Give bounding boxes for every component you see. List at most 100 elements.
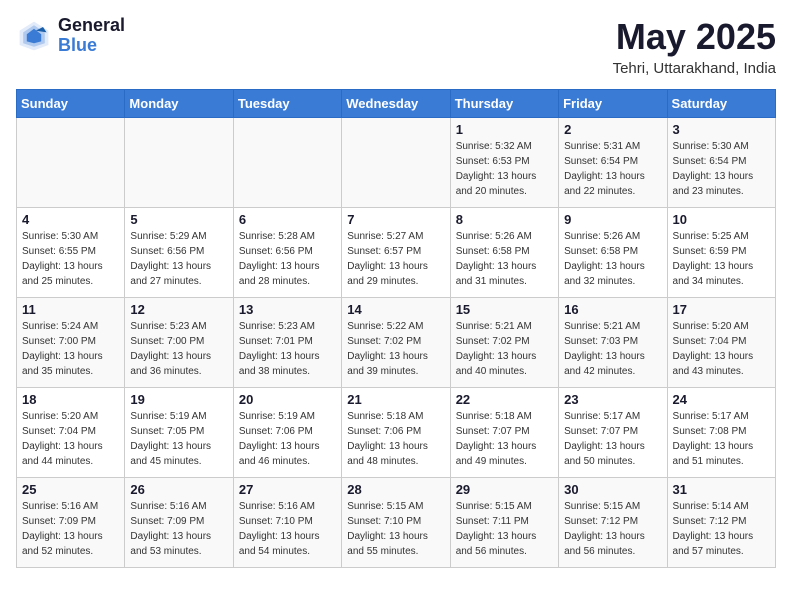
day-info: Sunrise: 5:30 AM Sunset: 6:55 PM Dayligh… [22, 229, 119, 289]
calendar-cell: 11Sunrise: 5:24 AM Sunset: 7:00 PM Dayli… [17, 298, 125, 388]
weekday-header: Saturday [667, 90, 775, 118]
day-info: Sunrise: 5:26 AM Sunset: 6:58 PM Dayligh… [564, 229, 661, 289]
calendar-table: SundayMondayTuesdayWednesdayThursdayFrid… [16, 89, 776, 568]
day-number: 28 [347, 482, 444, 497]
calendar-cell: 24 Sunrise: 5:17 AM Sunset: 7:08 PM Dayli… [667, 388, 775, 478]
day-number: 4 [22, 212, 119, 227]
logo-general: General [58, 16, 125, 36]
day-number: 5 [130, 212, 227, 227]
day-info: Sunrise: 5:25 AM Sunset: 6:59 PM Dayligh… [673, 229, 770, 289]
day-number: 26 [130, 482, 227, 497]
calendar-cell: 29Sunrise: 5:15 AM Sunset: 7:11 PM Dayli… [450, 478, 558, 568]
day-number: 29 [456, 482, 553, 497]
day-info: Sunrise: 5:23 AM Sunset: 7:00 PM Dayligh… [130, 319, 227, 379]
calendar-cell: 9 Sunrise: 5:26 AM Sunset: 6:58 PM Daylig… [559, 208, 667, 298]
day-number: 1 [456, 122, 553, 137]
day-number: 25 [22, 482, 119, 497]
calendar-cell [125, 118, 233, 208]
day-info: Sunrise: 5:19 AM Sunset: 7:06 PM Dayligh… [239, 409, 336, 469]
day-info: Sunrise: 5:21 AM Sunset: 7:02 PM Dayligh… [456, 319, 553, 379]
day-number: 6 [239, 212, 336, 227]
calendar-cell: 3 Sunrise: 5:30 AM Sunset: 6:54 PM Daylig… [667, 118, 775, 208]
calendar-cell: 20 Sunrise: 5:19 AM Sunset: 7:06 PM Dayli… [233, 388, 341, 478]
weekday-header-row: SundayMondayTuesdayWednesdayThursdayFrid… [17, 90, 776, 118]
calendar-week-row: 25 Sunrise: 5:16 AM Sunset: 7:09 PM Dayli… [17, 478, 776, 568]
calendar-week-row: 18 Sunrise: 5:20 AM Sunset: 7:04 PM Dayli… [17, 388, 776, 478]
calendar-cell: 21 Sunrise: 5:18 AM Sunset: 7:06 PM Dayli… [342, 388, 450, 478]
day-number: 24 [673, 392, 770, 407]
day-info: Sunrise: 5:23 AM Sunset: 7:01 PM Dayligh… [239, 319, 336, 379]
day-info: Sunrise: 5:31 AM Sunset: 6:54 PM Dayligh… [564, 139, 661, 199]
day-info: Sunrise: 5:15 AM Sunset: 7:10 PM Dayligh… [347, 499, 444, 559]
day-number: 7 [347, 212, 444, 227]
calendar-cell: 12 Sunrise: 5:23 AM Sunset: 7:00 PM Dayli… [125, 298, 233, 388]
calendar-cell: 2 Sunrise: 5:31 AM Sunset: 6:54 PM Daylig… [559, 118, 667, 208]
day-number: 27 [239, 482, 336, 497]
logo: General Blue [16, 16, 125, 56]
calendar-week-row: 11Sunrise: 5:24 AM Sunset: 7:00 PM Dayli… [17, 298, 776, 388]
day-info: Sunrise: 5:29 AM Sunset: 6:56 PM Dayligh… [130, 229, 227, 289]
day-number: 18 [22, 392, 119, 407]
day-number: 21 [347, 392, 444, 407]
logo-text: General Blue [58, 16, 125, 56]
day-number: 14 [347, 302, 444, 317]
day-info: Sunrise: 5:32 AM Sunset: 6:53 PM Dayligh… [456, 139, 553, 199]
day-info: Sunrise: 5:14 AM Sunset: 7:12 PM Dayligh… [673, 499, 770, 559]
day-info: Sunrise: 5:16 AM Sunset: 7:09 PM Dayligh… [130, 499, 227, 559]
day-info: Sunrise: 5:20 AM Sunset: 7:04 PM Dayligh… [22, 409, 119, 469]
day-info: Sunrise: 5:18 AM Sunset: 7:07 PM Dayligh… [456, 409, 553, 469]
day-number: 3 [673, 122, 770, 137]
day-number: 13 [239, 302, 336, 317]
day-info: Sunrise: 5:16 AM Sunset: 7:09 PM Dayligh… [22, 499, 119, 559]
month-title: May 2025 [613, 16, 776, 58]
calendar-cell: 30 Sunrise: 5:15 AM Sunset: 7:12 PM Dayli… [559, 478, 667, 568]
day-number: 31 [673, 482, 770, 497]
logo-blue: Blue [58, 36, 125, 56]
day-info: Sunrise: 5:17 AM Sunset: 7:07 PM Dayligh… [564, 409, 661, 469]
calendar-cell: 5 Sunrise: 5:29 AM Sunset: 6:56 PM Daylig… [125, 208, 233, 298]
day-number: 17 [673, 302, 770, 317]
day-info: Sunrise: 5:18 AM Sunset: 7:06 PM Dayligh… [347, 409, 444, 469]
weekday-header: Monday [125, 90, 233, 118]
calendar-cell: 7 Sunrise: 5:27 AM Sunset: 6:57 PM Daylig… [342, 208, 450, 298]
calendar-cell [17, 118, 125, 208]
location: Tehri, Uttarakhand, India [613, 60, 776, 77]
day-number: 10 [673, 212, 770, 227]
day-info: Sunrise: 5:19 AM Sunset: 7:05 PM Dayligh… [130, 409, 227, 469]
day-number: 15 [456, 302, 553, 317]
calendar-cell: 22 Sunrise: 5:18 AM Sunset: 7:07 PM Dayli… [450, 388, 558, 478]
weekday-header: Tuesday [233, 90, 341, 118]
weekday-header: Wednesday [342, 90, 450, 118]
day-number: 20 [239, 392, 336, 407]
day-number: 30 [564, 482, 661, 497]
day-info: Sunrise: 5:30 AM Sunset: 6:54 PM Dayligh… [673, 139, 770, 199]
weekday-header: Thursday [450, 90, 558, 118]
day-number: 12 [130, 302, 227, 317]
day-info: Sunrise: 5:15 AM Sunset: 7:12 PM Dayligh… [564, 499, 661, 559]
day-info: Sunrise: 5:16 AM Sunset: 7:10 PM Dayligh… [239, 499, 336, 559]
day-number: 19 [130, 392, 227, 407]
day-number: 2 [564, 122, 661, 137]
weekday-header: Friday [559, 90, 667, 118]
calendar-cell: 23 Sunrise: 5:17 AM Sunset: 7:07 PM Dayli… [559, 388, 667, 478]
day-info: Sunrise: 5:20 AM Sunset: 7:04 PM Dayligh… [673, 319, 770, 379]
calendar-cell: 14Sunrise: 5:22 AM Sunset: 7:02 PM Dayli… [342, 298, 450, 388]
day-info: Sunrise: 5:26 AM Sunset: 6:58 PM Dayligh… [456, 229, 553, 289]
page-header: General Blue May 2025 Tehri, Uttarakhand… [16, 16, 776, 77]
calendar-cell: 1 Sunrise: 5:32 AM Sunset: 6:53 PM Daylig… [450, 118, 558, 208]
day-number: 8 [456, 212, 553, 227]
day-number: 23 [564, 392, 661, 407]
calendar-cell: 16Sunrise: 5:21 AM Sunset: 7:03 PM Dayli… [559, 298, 667, 388]
calendar-cell: 25 Sunrise: 5:16 AM Sunset: 7:09 PM Dayli… [17, 478, 125, 568]
calendar-cell [233, 118, 341, 208]
day-info: Sunrise: 5:27 AM Sunset: 6:57 PM Dayligh… [347, 229, 444, 289]
calendar-cell: 19 Sunrise: 5:19 AM Sunset: 7:05 PM Dayli… [125, 388, 233, 478]
day-info: Sunrise: 5:21 AM Sunset: 7:03 PM Dayligh… [564, 319, 661, 379]
calendar-cell: 8 Sunrise: 5:26 AM Sunset: 6:58 PM Daylig… [450, 208, 558, 298]
day-number: 22 [456, 392, 553, 407]
calendar-cell: 17 Sunrise: 5:20 AM Sunset: 7:04 PM Dayli… [667, 298, 775, 388]
day-info: Sunrise: 5:17 AM Sunset: 7:08 PM Dayligh… [673, 409, 770, 469]
calendar-cell: 4 Sunrise: 5:30 AM Sunset: 6:55 PM Daylig… [17, 208, 125, 298]
day-number: 9 [564, 212, 661, 227]
calendar-week-row: 4 Sunrise: 5:30 AM Sunset: 6:55 PM Daylig… [17, 208, 776, 298]
